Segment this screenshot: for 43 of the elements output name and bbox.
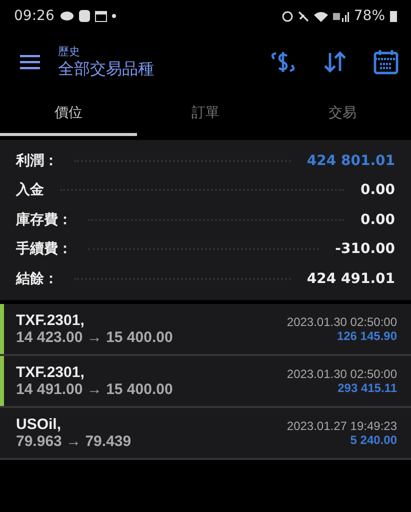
clock-time: 09:26 [14,8,54,24]
summary-label: 利潤： [16,152,58,170]
summary-label: 結餘： [16,270,58,288]
summary-label: 入金 [16,181,44,200]
summary-label: 手續費： [16,240,72,258]
summary-value: 424 801.01 [306,152,395,169]
page-title: 全部交易品種 [58,59,154,80]
trade-symbol: TXF.2301, [16,364,86,380]
tab[interactable]: 交易 [274,92,411,136]
trade-row[interactable]: USOil, 79.963 → 79.439 2023.01.27 19:49:23 5 240.00 [0,408,411,460]
sort-arrows-icon[interactable] [323,51,347,73]
trade-time: 2023.01.27 19:49:23 [286,418,397,432]
trade-profit: 126 145.90 [336,328,397,342]
trade-profit: 293 415.11 [338,380,397,394]
trade-prices: 79.963 → 79.439 [16,432,132,450]
dollar-exchange-icon[interactable] [269,50,297,74]
trade-time: 2023.01.30 02:50:00 [286,314,397,328]
battery-level: 78% [354,8,385,24]
trade-symbol: TXF.2301, [16,312,86,328]
tab[interactable]: 訂單 [137,92,274,136]
trade-row[interactable]: TXF.2301, 14 491.00 → 15 400.00 2023.01.30 02:50:00 293 415.11 [0,356,411,408]
page-subtitle: 歷史 [58,44,81,59]
battery-icon [390,10,397,22]
summary-value: 0.00 [360,182,395,198]
signal-icon [332,10,349,22]
summary-label: 庫存費： [16,210,72,229]
dot-icon [112,14,116,18]
trade-time: 2023.01.30 02:50:00 [286,366,397,380]
summary-value: -310.00 [335,241,395,258]
trade-prices: 14 423.00 → 15 400.00 [16,328,174,346]
calendar-icon [95,10,108,22]
trade-row[interactable]: TXF.2301, 14 423.00 → 15 400.00 2023.01.30 02:50:00 126 145.90 [0,304,411,356]
chat-bubble-icon [60,10,74,22]
wifi-icon [314,10,328,22]
summary-value: 0.00 [360,212,395,228]
menu-icon[interactable] [20,54,40,70]
trade-symbol: USOil, [16,416,62,432]
mute-icon [298,10,309,22]
summary-value: 424 491.01 [306,270,395,287]
tab[interactable]: 價位 [0,92,137,136]
trade-profit: 5 240.00 [350,432,397,446]
trade-prices: 14 491.00 → 15 400.00 [16,380,174,398]
calendar-icon[interactable] [373,49,399,75]
